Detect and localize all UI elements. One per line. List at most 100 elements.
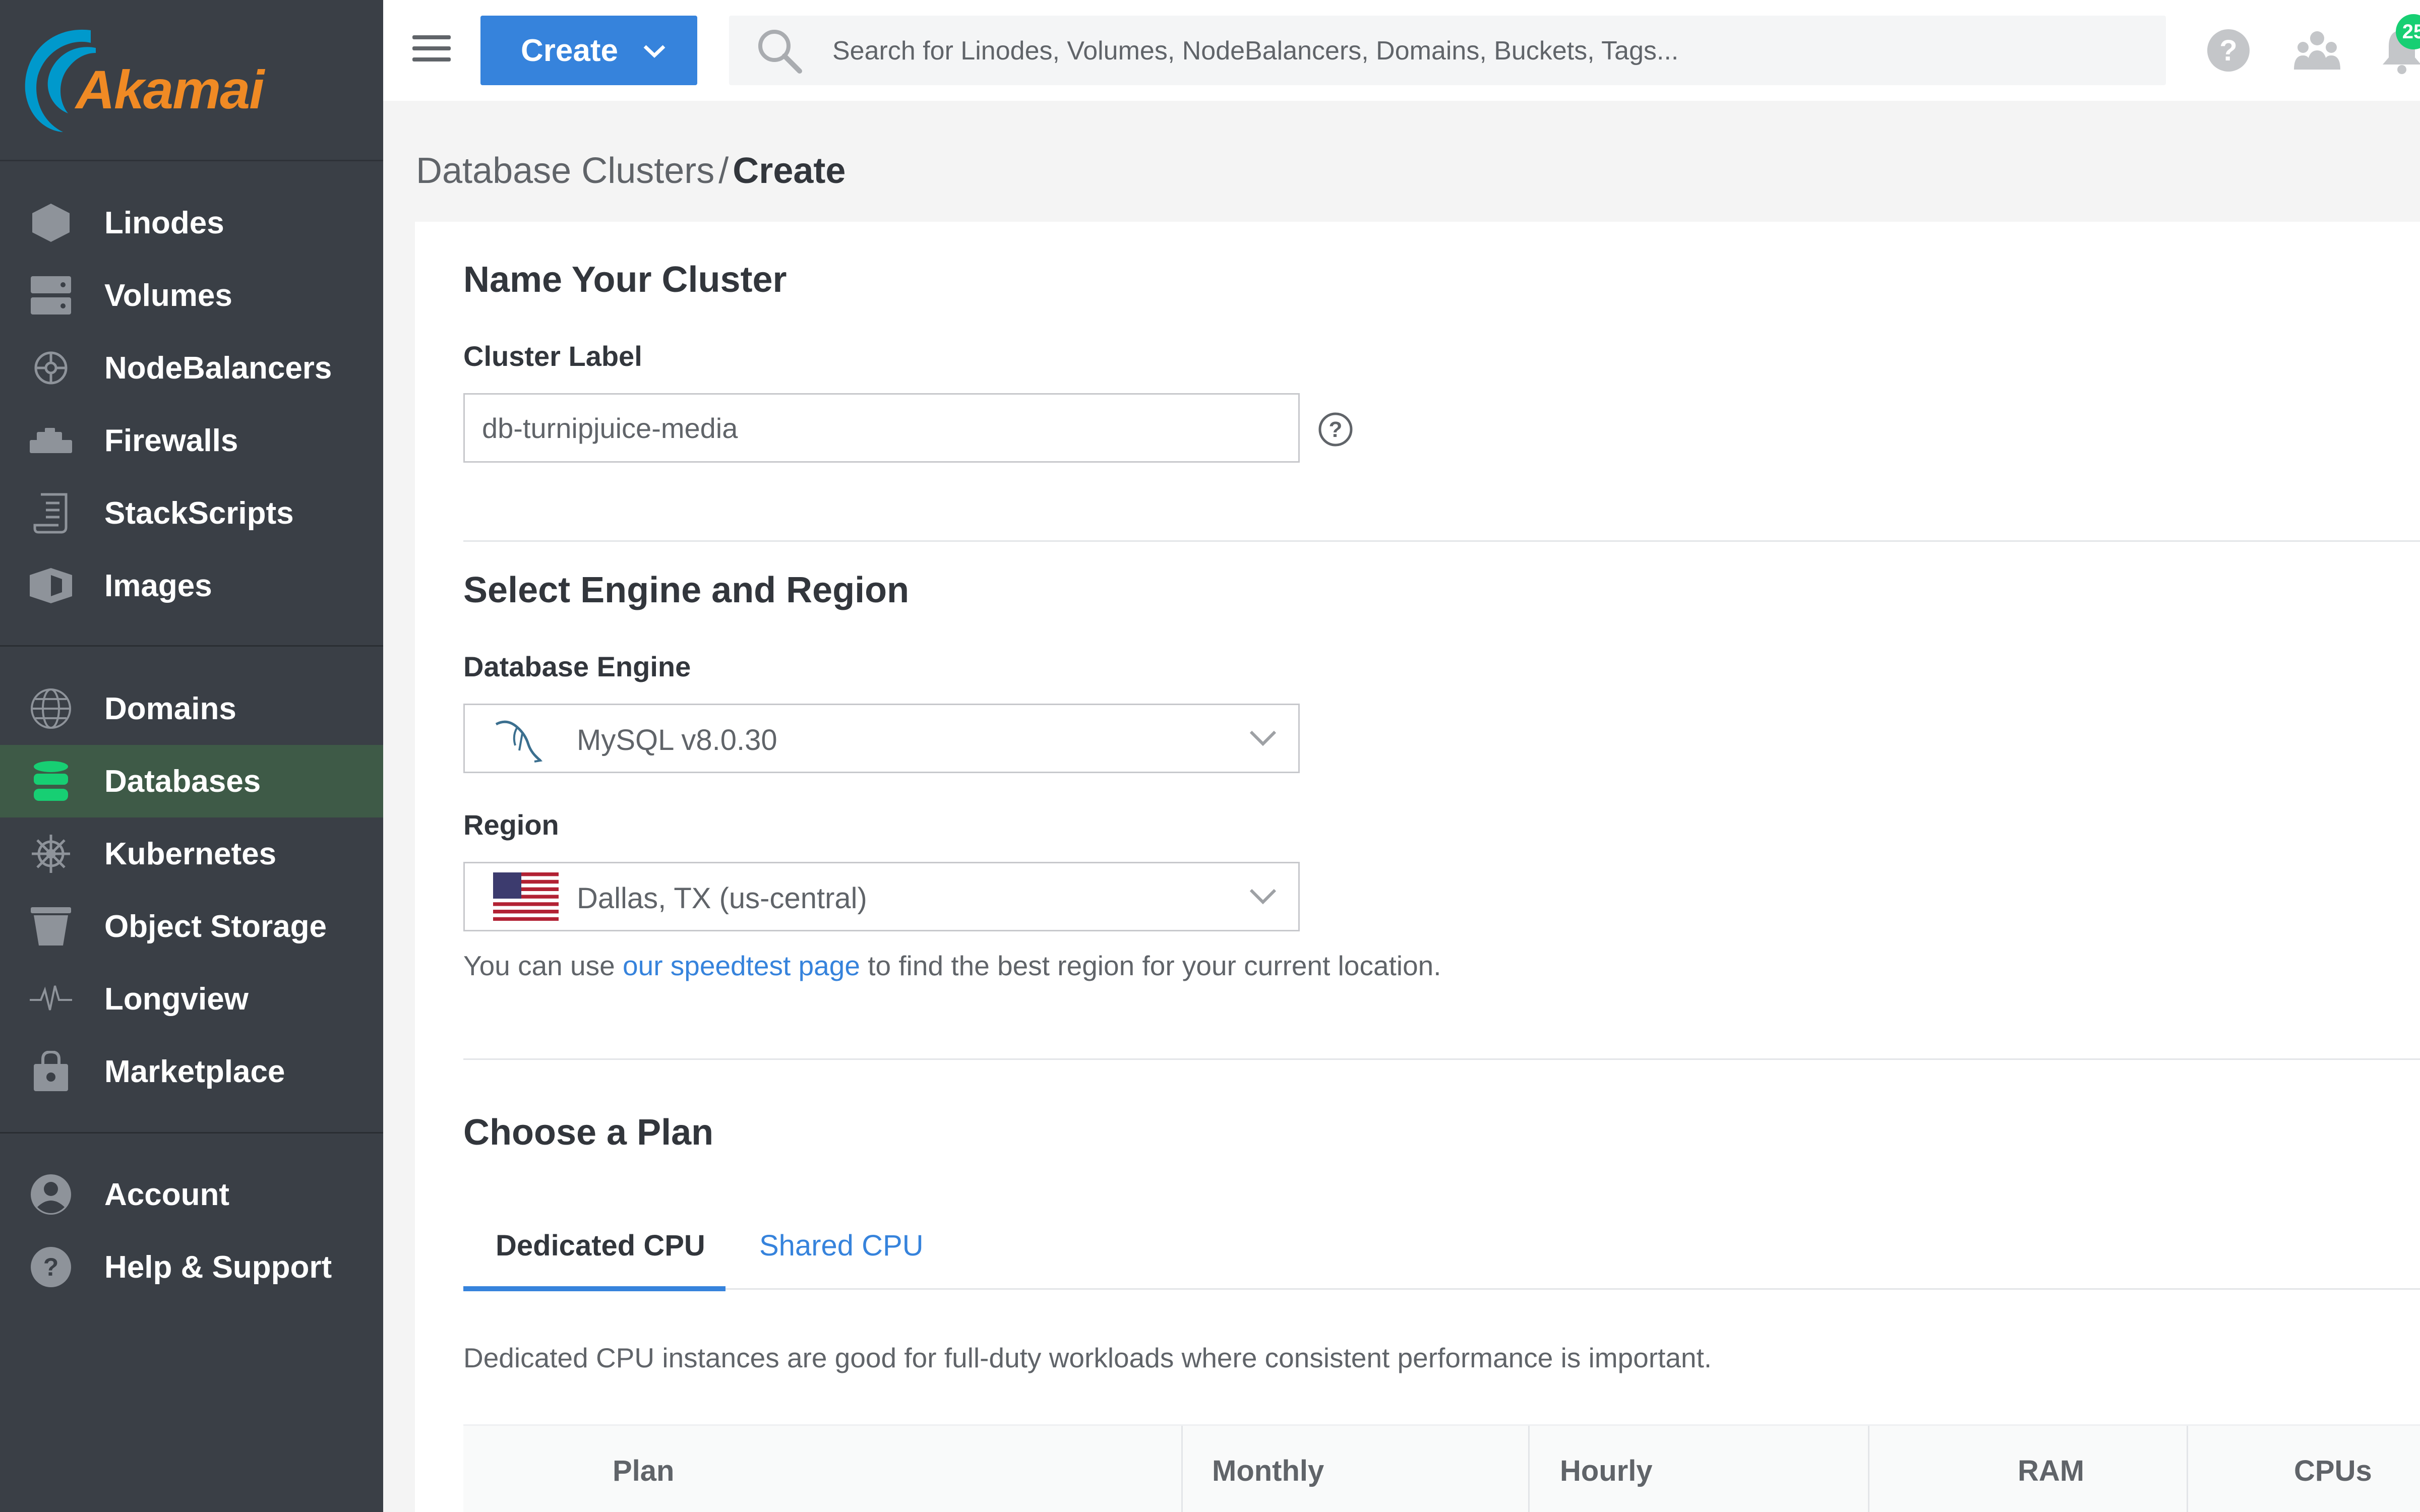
cluster-label-input[interactable]: db-turnipjuice-media <box>463 393 1300 463</box>
tab-dedicated-cpu[interactable]: Dedicated CPU <box>496 1229 705 1263</box>
sidebar-item-help-support[interactable]: ? Help & Support <box>0 1231 383 1303</box>
sidebar-item-longview[interactable]: Longview <box>0 963 383 1035</box>
sidebar-item-domains[interactable]: Domains <box>0 672 383 745</box>
sidebar-item-label: Object Storage <box>104 909 327 944</box>
sidebar: Akamai Linodes Volumes NodeBalancers Fir… <box>0 0 383 1512</box>
sidebar-item-label: NodeBalancers <box>104 350 332 386</box>
sidebar-divider <box>0 1132 383 1133</box>
menu-toggle-icon[interactable] <box>412 35 451 64</box>
sidebar-item-linodes[interactable]: Linodes <box>0 186 383 259</box>
image-icon <box>29 564 73 607</box>
region-help-text: You can use our speedtest page to find t… <box>463 950 1441 982</box>
sidebar-item-label: Marketplace <box>104 1054 285 1089</box>
us-flag-icon <box>493 872 559 921</box>
community-icon[interactable] <box>2293 26 2341 75</box>
nodebalancer-icon <box>29 346 73 390</box>
active-tab-indicator <box>463 1286 725 1291</box>
sidebar-item-stackscripts[interactable]: StackScripts <box>0 477 383 549</box>
marketplace-icon <box>29 1050 73 1093</box>
svg-text:?: ? <box>1329 417 1343 442</box>
tabs-divider <box>463 1288 2420 1290</box>
create-button-label: Create <box>521 33 618 68</box>
name-section-title: Name Your Cluster <box>463 260 787 300</box>
chevron-down-icon <box>1249 889 1277 905</box>
sidebar-item-firewalls[interactable]: Firewalls <box>0 404 383 477</box>
linode-hexagon-icon <box>29 201 73 244</box>
speedtest-link[interactable]: our speedtest page <box>623 950 860 981</box>
tab-shared-cpu[interactable]: Shared CPU <box>759 1229 924 1263</box>
plan-table-header: Plan Monthly Hourly RAM CPUs <box>463 1424 2420 1512</box>
sidebar-item-label: Account <box>104 1177 229 1212</box>
column-header-plan: Plan <box>613 1455 675 1487</box>
region-help-prefix: You can use <box>463 950 623 981</box>
sidebar-item-account[interactable]: Account <box>0 1158 383 1231</box>
plan-section-title: Choose a Plan <box>463 1112 714 1153</box>
region-select[interactable]: Dallas, TX (us-central) <box>463 862 1300 931</box>
column-header-monthly: Monthly <box>1212 1455 1324 1487</box>
volume-icon <box>29 274 73 317</box>
breadcrumb: Database Clusters / Create <box>416 150 845 192</box>
help-icon[interactable]: ? <box>2204 26 2253 75</box>
region-help-suffix: to find the best region for your current… <box>860 950 1441 981</box>
region-label: Region <box>463 809 559 841</box>
section-divider <box>463 1058 2420 1060</box>
chevron-down-icon <box>643 45 666 58</box>
column-header-hourly: Hourly <box>1560 1455 1653 1487</box>
sidebar-item-volumes[interactable]: Volumes <box>0 259 383 332</box>
svg-text:?: ? <box>43 1253 59 1281</box>
sidebar-item-label: Domains <box>104 691 236 726</box>
sidebar-item-nodebalancers[interactable]: NodeBalancers <box>0 332 383 404</box>
cluster-label-label: Cluster Label <box>463 340 642 372</box>
column-header-cpus: CPUs <box>2294 1455 2372 1487</box>
sidebar-item-label: Volumes <box>104 278 232 313</box>
column-header-ram: RAM <box>2018 1455 2085 1487</box>
sidebar-item-label: Kubernetes <box>104 836 277 871</box>
brand-name: Akamai <box>76 59 264 120</box>
search-input[interactable] <box>832 31 2118 71</box>
sidebar-item-label: Help & Support <box>104 1249 332 1285</box>
stackscript-icon <box>29 491 73 535</box>
sidebar-item-databases[interactable]: Databases <box>0 745 383 817</box>
kubernetes-icon <box>29 832 73 875</box>
search-bar[interactable] <box>729 16 2166 85</box>
help-icon: ? <box>29 1245 73 1289</box>
breadcrumb-separator: / <box>718 151 729 191</box>
create-button[interactable]: Create <box>480 16 697 85</box>
database-engine-value: MySQL v8.0.30 <box>577 724 777 757</box>
create-database-form: Name Your Cluster Cluster Label db-turni… <box>415 222 2420 1512</box>
search-icon <box>758 30 802 74</box>
bucket-icon <box>29 905 73 948</box>
section-divider <box>463 540 2420 542</box>
column-divider <box>1528 1426 1530 1512</box>
account-icon <box>29 1173 73 1216</box>
engine-section-title: Select Engine and Region <box>463 570 910 610</box>
sidebar-item-label: Linodes <box>104 205 224 240</box>
sidebar-item-label: Images <box>104 568 212 603</box>
sidebar-item-label: Firewalls <box>104 423 238 458</box>
pulse-icon <box>29 977 73 1021</box>
sidebar-item-marketplace[interactable]: Marketplace <box>0 1035 383 1108</box>
help-tooltip-icon[interactable]: ? <box>1318 412 1353 447</box>
column-divider <box>2187 1426 2188 1512</box>
sidebar-item-images[interactable]: Images <box>0 549 383 622</box>
plan-description: Dedicated CPU instances are good for ful… <box>463 1342 1712 1373</box>
column-divider <box>1181 1426 1183 1512</box>
svg-text:?: ? <box>2219 34 2237 67</box>
firewall-icon <box>29 419 73 462</box>
sidebar-item-object-storage[interactable]: Object Storage <box>0 890 383 963</box>
sidebar-item-label: StackScripts <box>104 495 294 531</box>
breadcrumb-parent-link[interactable]: Database Clusters <box>416 151 714 191</box>
sidebar-item-label: Longview <box>104 981 249 1017</box>
akamai-logo[interactable]: Akamai <box>0 0 383 161</box>
mysql-dolphin-icon <box>495 720 543 763</box>
breadcrumb-current: Create <box>733 151 846 191</box>
region-value: Dallas, TX (us-central) <box>577 882 867 915</box>
sidebar-item-label: Databases <box>104 764 261 799</box>
chevron-down-icon <box>1249 730 1277 746</box>
database-engine-select[interactable]: MySQL v8.0.30 <box>463 704 1300 773</box>
database-engine-label: Database Engine <box>463 651 691 682</box>
top-bar: Create ? <box>383 0 2420 101</box>
sidebar-item-kubernetes[interactable]: Kubernetes <box>0 817 383 890</box>
column-divider <box>1868 1426 1869 1512</box>
database-icon <box>29 760 73 803</box>
